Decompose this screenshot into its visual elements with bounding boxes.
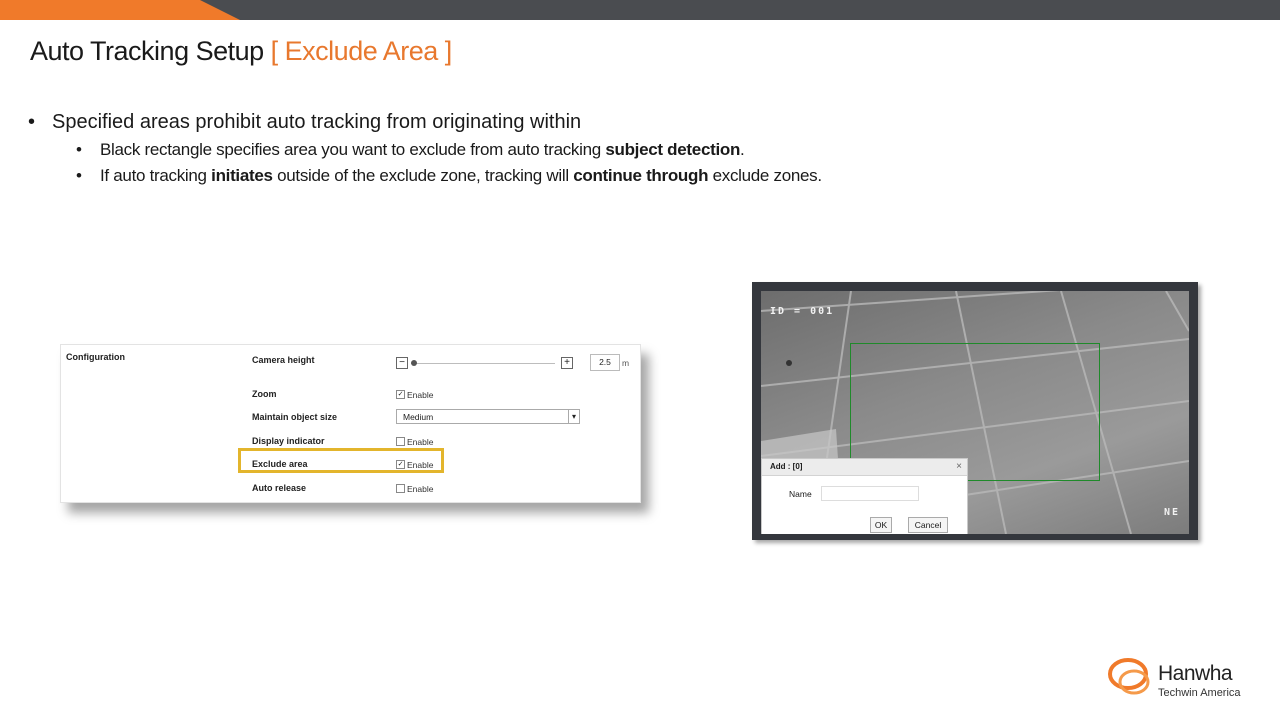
- text-run: outside of the exclude zone, tracking wi…: [272, 166, 574, 185]
- bold-run: initiates: [211, 166, 273, 185]
- bold-run: subject detection: [605, 140, 741, 159]
- logo-brand: Hanwha: [1158, 662, 1233, 685]
- logo-subtitle: Techwin America: [1158, 687, 1241, 699]
- zoom-label: Zoom: [252, 389, 277, 399]
- top-bar-accent: [0, 0, 240, 20]
- camera-image[interactable]: ID = 001 NE Add : [0] × Name OK Cancel: [761, 291, 1189, 534]
- camera-height-label: Camera height: [252, 355, 315, 365]
- text-run: exclude zones.: [708, 166, 823, 185]
- title-main: Auto Tracking Setup: [30, 36, 264, 66]
- maintain-size-select[interactable]: Medium ▾: [396, 409, 580, 424]
- zoom-checkbox[interactable]: ✓: [396, 390, 405, 399]
- camera-height-unit: m: [622, 358, 630, 368]
- display-indicator-checkbox[interactable]: [396, 437, 405, 446]
- close-icon[interactable]: ×: [956, 461, 962, 472]
- camera-id-osd: ID = 001: [770, 306, 835, 317]
- bullet-dot: •: [76, 166, 82, 185]
- bullet-list: • Specified areas prohibit auto tracking…: [28, 111, 1228, 186]
- sub-bullet-1: • Black rectangle specifies area you wan…: [76, 140, 1228, 160]
- slider-knob[interactable]: [411, 360, 417, 366]
- text-run: .: [740, 140, 745, 159]
- display-indicator-label: Display indicator: [252, 436, 325, 446]
- hanwha-logo-mark: [1108, 658, 1150, 695]
- add-zone-dialog: Add : [0] × Name OK Cancel: [761, 458, 968, 534]
- auto-release-label: Auto release: [252, 483, 307, 493]
- slider-minus-button[interactable]: −: [396, 357, 408, 369]
- config-section-title: Configuration: [66, 352, 125, 362]
- sub-bullet-2: • If auto tracking initiates outside of …: [76, 166, 1228, 186]
- text-run: Black rectangle specifies area you want …: [100, 140, 606, 159]
- text-run: If auto tracking: [100, 166, 212, 185]
- bullet-level1: • Specified areas prohibit auto tracking…: [28, 111, 1228, 134]
- bullet-dot: •: [76, 140, 82, 159]
- cancel-button[interactable]: Cancel: [908, 517, 948, 533]
- configuration-panel: Configuration Camera height − + 2.5 m Zo…: [60, 344, 641, 503]
- slider-plus-button[interactable]: +: [561, 357, 573, 369]
- ok-button[interactable]: OK: [870, 517, 892, 533]
- sub-bullet-text: Black rectangle specifies area you want …: [100, 140, 745, 160]
- bullet-dot: •: [28, 111, 36, 133]
- display-enable-label: Enable: [407, 437, 434, 447]
- slide-title: Auto Tracking Setup [ Exclude Area ]: [30, 36, 452, 67]
- hanwha-logo: Hanwha Techwin America: [1106, 656, 1266, 706]
- camera-height-slider[interactable]: [411, 363, 555, 364]
- direction-osd: NE: [1164, 507, 1181, 518]
- chevron-down-icon[interactable]: ▾: [568, 410, 579, 423]
- bullet-text: Specified areas prohibit auto tracking f…: [52, 111, 582, 133]
- dialog-header: Add : [0] ×: [762, 459, 967, 476]
- bold-run: continue through: [573, 166, 709, 185]
- title-accent: [ Exclude Area ]: [270, 36, 453, 66]
- auto-release-enable-label: Enable: [407, 484, 434, 494]
- zoom-enable-label: Enable: [407, 390, 434, 400]
- maintain-size-label: Maintain object size: [252, 412, 338, 422]
- auto-release-checkbox[interactable]: [396, 484, 405, 493]
- select-value: Medium: [403, 412, 434, 422]
- camera-view-frame: ID = 001 NE Add : [0] × Name OK Cancel: [752, 282, 1198, 540]
- sub-bullet-text: If auto tracking initiates outside of th…: [100, 166, 822, 186]
- dialog-title: Add : [0]: [770, 462, 803, 471]
- name-label: Name: [789, 489, 812, 499]
- camera-height-input[interactable]: 2.5: [590, 354, 620, 371]
- exclude-area-highlight: [238, 448, 444, 473]
- name-input[interactable]: [821, 486, 919, 501]
